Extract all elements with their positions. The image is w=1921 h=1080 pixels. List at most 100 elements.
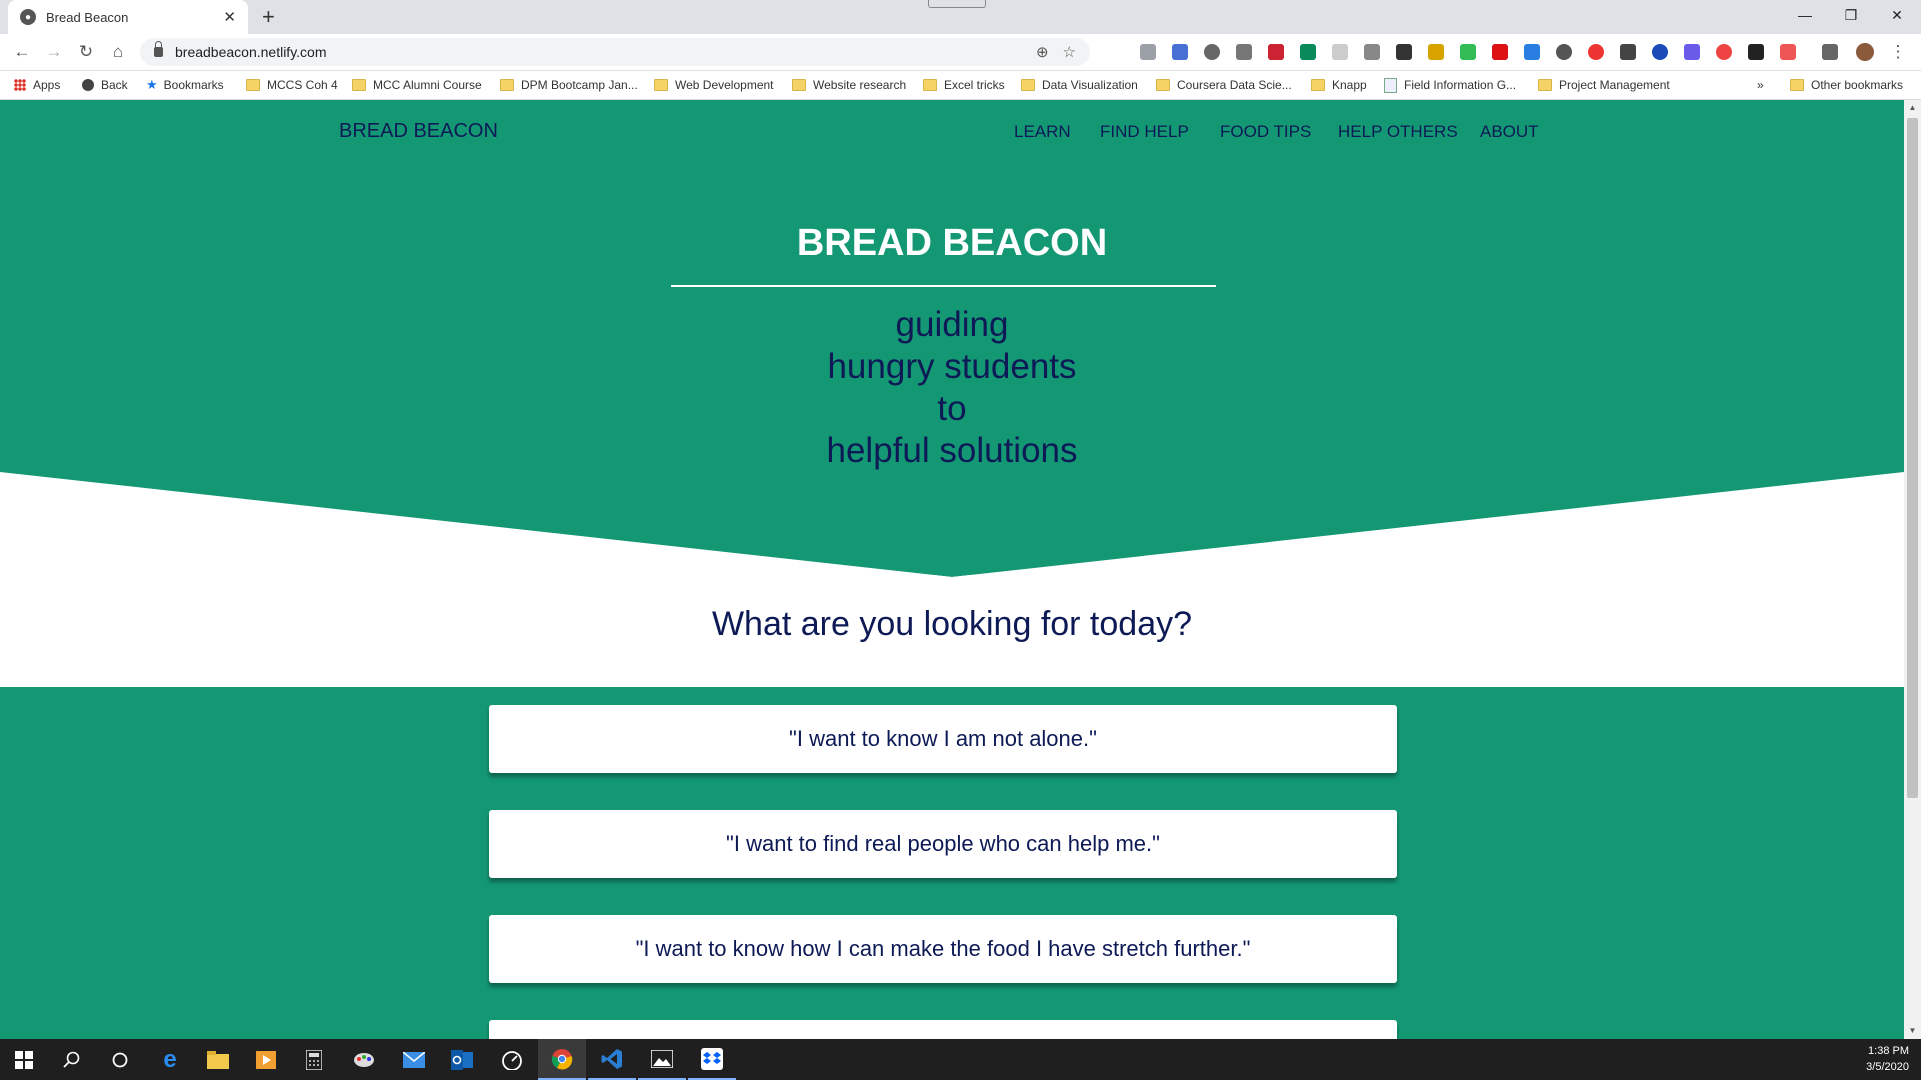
close-tab-icon[interactable]: ✕ [223, 8, 236, 26]
other-bookmarks[interactable]: Other bookmarks [1790, 71, 1903, 99]
drag-handle [928, 0, 986, 8]
outlook-icon[interactable] [438, 1039, 486, 1080]
apps-grid-icon [14, 79, 26, 91]
bookmark-folder[interactable]: Data Visualization [1021, 71, 1138, 99]
cortana-icon[interactable] [96, 1039, 144, 1080]
extension-circle-icon[interactable] [1204, 44, 1220, 60]
nav-food-tips[interactable]: FOOD TIPS [1220, 122, 1311, 142]
address-bar[interactable]: breadbeacon.netlify.com ⊕ ☆ [140, 38, 1090, 66]
extension-camera-icon[interactable] [1172, 44, 1188, 60]
calculator-icon[interactable] [290, 1039, 338, 1080]
clock-time: 1:38 PM [1868, 1045, 1909, 1057]
system-clock[interactable]: 1:38 PM 3/5/2020 [1866, 1043, 1909, 1075]
dropbox-icon[interactable] [688, 1039, 736, 1080]
bookmark-back[interactable]: Back [82, 71, 128, 99]
bookmark-star-icon[interactable]: ☆ [1063, 43, 1076, 61]
page-scrollbar[interactable]: ▲ ▼ [1904, 100, 1921, 1039]
extension-color-icon[interactable] [1588, 44, 1604, 60]
restore-icon[interactable]: ❐ [1828, 0, 1874, 30]
extension-g-icon[interactable] [1236, 44, 1252, 60]
bookmark-bookmarks[interactable]: ★ Bookmarks [146, 71, 224, 99]
avatar[interactable] [1856, 43, 1874, 61]
bookmark-folder[interactable]: Website research [792, 71, 906, 99]
paint-icon[interactable] [340, 1039, 388, 1080]
folder-icon [1156, 79, 1170, 91]
extension-wordpress-icon[interactable] [1556, 44, 1572, 60]
extension-square-icon[interactable] [1684, 44, 1700, 60]
extension-font-icon[interactable] [1332, 44, 1348, 60]
zoom-icon[interactable]: ⊕ [1036, 43, 1049, 61]
nav-help-others[interactable]: HELP OTHERS [1338, 122, 1458, 142]
bookmark-apps[interactable]: Apps [14, 71, 60, 99]
browser-toolbar: ← → ↻ ⌂ breadbeacon.netlify.com ⊕ ☆ ⋮ [0, 34, 1921, 71]
bookmark-folder[interactable]: MCC Alumni Course [352, 71, 482, 99]
back-arrow-icon[interactable]: ← [10, 40, 34, 64]
lock-icon [154, 41, 163, 57]
reload-icon[interactable]: ↻ [74, 40, 98, 64]
option-not-alone[interactable]: "I want to know I am not alone." [489, 705, 1397, 773]
bookmark-folder[interactable]: Web Development [654, 71, 774, 99]
nav-find-help[interactable]: FIND HELP [1100, 122, 1189, 142]
url-text[interactable]: breadbeacon.netlify.com [175, 44, 1036, 60]
nav-learn[interactable]: LEARN [1014, 122, 1071, 142]
chrome-icon[interactable] [538, 1039, 586, 1080]
bookmark-folder[interactable]: Coursera Data Scie... [1156, 71, 1292, 99]
media-player-icon[interactable] [242, 1039, 290, 1080]
extension-k-icon[interactable] [1652, 44, 1668, 60]
bookmarks-bar: Apps Back ★ Bookmarks MCCS Coh 4 MCC Alum… [0, 71, 1921, 100]
extension-honey-icon[interactable] [1428, 44, 1444, 60]
more-menu-icon[interactable]: ⋮ [1886, 40, 1910, 64]
star-icon: ★ [146, 77, 158, 92]
bookmark-folder[interactable]: MCCS Coh 4 [246, 71, 338, 99]
home-icon[interactable]: ⌂ [106, 40, 130, 64]
document-icon [1384, 77, 1397, 93]
scroll-thumb[interactable] [1907, 118, 1918, 798]
bookmark-folder[interactable]: Project Management [1538, 71, 1670, 99]
folder-icon [792, 79, 806, 91]
forward-arrow-icon[interactable]: → [42, 40, 66, 64]
folder-icon [1790, 79, 1804, 91]
extension-target-icon[interactable] [1716, 44, 1732, 60]
file-explorer-icon[interactable] [194, 1039, 242, 1080]
edge-icon[interactable]: e [146, 1039, 194, 1080]
extension-eyedropper-icon[interactable] [1460, 44, 1476, 60]
folder-icon [1021, 79, 1035, 91]
extension-red-icon[interactable] [1492, 44, 1508, 60]
search-icon[interactable] [48, 1039, 96, 1080]
browser-tab[interactable]: ● Bread Beacon ✕ [8, 0, 248, 34]
globe-icon: ● [20, 9, 36, 25]
more-bookmarks-button[interactable]: » [1757, 71, 1764, 99]
extension-bell-icon[interactable] [1780, 44, 1796, 60]
vscode-icon[interactable] [588, 1039, 636, 1080]
nav-about[interactable]: ABOUT [1480, 122, 1539, 142]
mail-icon[interactable] [390, 1039, 438, 1080]
extension-shield-green-icon[interactable] [1300, 44, 1316, 60]
minimize-icon[interactable]: — [1782, 0, 1828, 30]
globe-icon [82, 79, 94, 91]
extension-bug-icon[interactable] [1364, 44, 1380, 60]
extension-m-icon[interactable] [1748, 44, 1764, 60]
option-partial[interactable] [489, 1020, 1397, 1039]
bookmark-folder[interactable]: Excel tricks [923, 71, 1005, 99]
extension-triangle-icon[interactable] [1524, 44, 1540, 60]
new-tab-icon[interactable]: + [262, 6, 275, 28]
scroll-up-icon[interactable]: ▲ [1904, 100, 1921, 116]
photos-icon[interactable] [638, 1039, 686, 1080]
tagline-line: hungry students [827, 347, 1077, 386]
option-stretch-food[interactable]: "I want to know how I can make the food … [489, 915, 1397, 983]
page-viewport: BREAD BEACON LEARN FIND HELP FOOD TIPS H… [0, 100, 1904, 1039]
option-find-people[interactable]: "I want to find real people who can help… [489, 810, 1397, 878]
brand-link[interactable]: BREAD BEACON [339, 120, 498, 143]
extension-dark-icon[interactable] [1620, 44, 1636, 60]
close-window-icon[interactable]: ✕ [1874, 0, 1920, 30]
bookmark-folder[interactable]: DPM Bootcamp Jan... [500, 71, 638, 99]
bookmark-folder[interactable]: Knapp [1311, 71, 1367, 99]
speedometer-icon[interactable] [488, 1039, 536, 1080]
bookmark-document[interactable]: Field Information G... [1384, 71, 1516, 99]
extension-pdf-icon[interactable] [1268, 44, 1284, 60]
extension-shield-icon[interactable] [1140, 44, 1156, 60]
scroll-down-icon[interactable]: ▼ [1904, 1023, 1921, 1039]
menu-list-icon[interactable] [1822, 44, 1838, 60]
extension-fx-icon[interactable] [1396, 44, 1412, 60]
windows-start-icon[interactable] [0, 1039, 48, 1080]
